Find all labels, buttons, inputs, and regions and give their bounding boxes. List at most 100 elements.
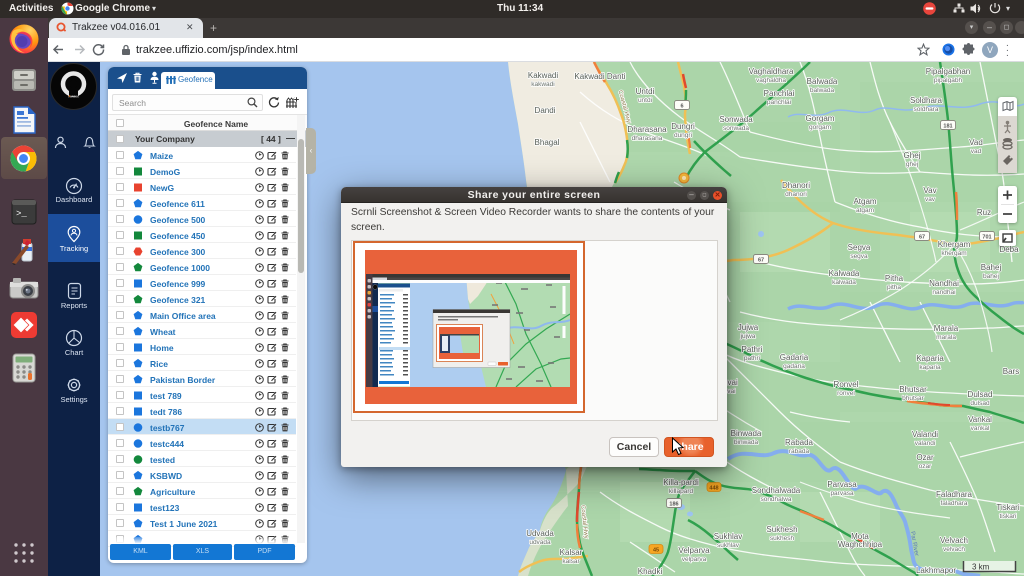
svg-text:sukhesh: sukhesh bbox=[770, 535, 795, 542]
svg-text:vav: vav bbox=[925, 196, 936, 203]
svg-text:segva: segva bbox=[850, 253, 868, 260]
svg-text:velvach: velvach bbox=[943, 546, 965, 553]
svg-text:bahej: bahej bbox=[983, 273, 999, 280]
svg-text:Bhagal: Bhagal bbox=[535, 138, 560, 147]
svg-text:Segva: Segva bbox=[848, 243, 871, 252]
svg-text:ronvel: ronvel bbox=[837, 390, 855, 397]
svg-text:Dhanori: Dhanori bbox=[782, 181, 810, 190]
svg-text:sondhalwa: sondhalwa bbox=[760, 496, 791, 503]
svg-text:Sonwada: Sonwada bbox=[719, 115, 753, 124]
svg-text:untdi: untdi bbox=[638, 97, 652, 104]
svg-text:Vaghaldhara: Vaghaldhara bbox=[749, 67, 794, 76]
svg-text:Kalwada: Kalwada bbox=[829, 269, 860, 278]
svg-text:Rabada: Rabada bbox=[785, 438, 814, 447]
svg-text:valandi: valandi bbox=[915, 440, 936, 447]
svg-text:Ronvel: Ronvel bbox=[834, 380, 859, 389]
svg-text:binwada: binwada bbox=[734, 439, 759, 446]
svg-text:Khadki: Khadki bbox=[638, 567, 663, 576]
svg-text:Ruz: Ruz bbox=[977, 208, 991, 217]
svg-text:kalsar: kalsar bbox=[562, 558, 580, 565]
svg-text:Ozar: Ozar bbox=[916, 453, 934, 462]
svg-text:killapard: killapard bbox=[669, 488, 694, 495]
svg-text:Waghchhipa: Waghchhipa bbox=[838, 540, 883, 549]
svg-text:vankal: vankal bbox=[971, 425, 990, 432]
svg-text:701: 701 bbox=[982, 234, 991, 240]
svg-text:sonwada: sonwada bbox=[723, 125, 749, 132]
svg-text:pathri: pathri bbox=[744, 355, 760, 362]
svg-text:Sukhesh: Sukhesh bbox=[766, 525, 797, 534]
svg-text:Parvasa: Parvasa bbox=[827, 480, 857, 489]
svg-text:Kakwadi Danti: Kakwadi Danti bbox=[574, 72, 625, 81]
svg-text:Khergam: Khergam bbox=[938, 240, 971, 249]
svg-text:pitha: pitha bbox=[887, 284, 901, 291]
svg-text:448: 448 bbox=[709, 485, 718, 491]
svg-text:Dungri: Dungri bbox=[671, 122, 695, 131]
svg-text:Lakhmapor: Lakhmapor bbox=[916, 566, 956, 575]
svg-text:jujwa: jujwa bbox=[740, 333, 756, 340]
svg-text:gadaria: gadaria bbox=[783, 363, 805, 370]
svg-text:bhutsar: bhutsar bbox=[902, 395, 925, 402]
svg-text:Dharasana: Dharasana bbox=[627, 125, 667, 134]
svg-text:45: 45 bbox=[653, 547, 659, 553]
svg-text:nandhai: nandhai bbox=[932, 289, 955, 296]
svg-text:Velvach: Velvach bbox=[940, 536, 968, 545]
svg-text:Bhutsar: Bhutsar bbox=[899, 385, 927, 394]
svg-text:Bars: Bars bbox=[1003, 367, 1019, 376]
svg-text:67: 67 bbox=[758, 257, 764, 263]
svg-text:sukhlav: sukhlav bbox=[717, 542, 740, 549]
svg-text:kalwada: kalwada bbox=[832, 279, 856, 286]
svg-text:dharasana: dharasana bbox=[632, 135, 663, 142]
svg-text:Kaparia: Kaparia bbox=[916, 354, 944, 363]
svg-text:Untdi: Untdi bbox=[636, 87, 655, 96]
svg-text:Velparva: Velparva bbox=[678, 546, 710, 555]
svg-text:dungri: dungri bbox=[674, 132, 692, 139]
svg-text:marala: marala bbox=[936, 334, 956, 341]
svg-text:Jujwa: Jujwa bbox=[738, 323, 759, 332]
svg-text:6: 6 bbox=[680, 103, 683, 109]
svg-text:Bahej: Bahej bbox=[981, 263, 1002, 272]
svg-text:Pathri: Pathri bbox=[742, 345, 763, 354]
svg-text:vad: vad bbox=[971, 148, 982, 155]
svg-text:pipalgabh: pipalgabh bbox=[934, 77, 963, 84]
svg-text:velparva: velparva bbox=[682, 556, 707, 563]
svg-text:kakwadi: kakwadi bbox=[531, 81, 554, 88]
svg-text:Vankal: Vankal bbox=[968, 415, 992, 424]
svg-text:Pitha: Pitha bbox=[885, 274, 904, 283]
svg-text:Vav: Vav bbox=[923, 186, 936, 195]
svg-text:Soldhara: Soldhara bbox=[910, 96, 943, 105]
svg-text:Kalsar: Kalsar bbox=[560, 548, 583, 557]
svg-text:>_: >_ bbox=[16, 209, 27, 219]
svg-text:kaparia: kaparia bbox=[919, 364, 941, 371]
svg-text:soldhara: soldhara bbox=[914, 106, 939, 113]
svg-text:3 km: 3 km bbox=[972, 563, 990, 572]
svg-text:Nandhai: Nandhai bbox=[929, 279, 959, 288]
svg-text:dulsad: dulsad bbox=[970, 400, 990, 407]
svg-text:gorgam: gorgam bbox=[809, 124, 831, 131]
svg-text:tiskari: tiskari bbox=[1000, 513, 1017, 520]
svg-text:Gorgam: Gorgam bbox=[806, 114, 835, 123]
svg-text:panchlai: panchlai bbox=[767, 99, 791, 106]
svg-text:Tiskari: Tiskari bbox=[996, 503, 1019, 512]
svg-text:Gadaria: Gadaria bbox=[780, 353, 809, 362]
svg-text:Sondhalwada: Sondhalwada bbox=[752, 486, 801, 495]
svg-text:khergam: khergam bbox=[941, 250, 966, 257]
svg-text:Deba: Deba bbox=[999, 245, 1019, 254]
svg-text:ghej: ghej bbox=[906, 161, 918, 168]
svg-text:vaghaldha: vaghaldha bbox=[756, 77, 786, 84]
svg-text:Balwada: Balwada bbox=[807, 77, 838, 86]
svg-text:Killa-pardi: Killa-pardi bbox=[663, 478, 699, 487]
svg-text:Kakwadi: Kakwadi bbox=[528, 71, 558, 80]
svg-text:Valandi: Valandi bbox=[912, 430, 938, 439]
svg-text:Pipalgabhan: Pipalgabhan bbox=[926, 67, 970, 76]
svg-text:181: 181 bbox=[943, 123, 952, 129]
svg-text:Faladhara: Faladhara bbox=[936, 490, 973, 499]
svg-text:balwada: balwada bbox=[810, 87, 835, 94]
svg-text:67: 67 bbox=[919, 234, 925, 240]
svg-text:Ghej: Ghej bbox=[904, 151, 921, 160]
svg-text:parvasa: parvasa bbox=[830, 490, 854, 497]
svg-text:Dandi: Dandi bbox=[535, 106, 556, 115]
svg-text:Udvada: Udvada bbox=[526, 529, 554, 538]
svg-text:faladhara: faladhara bbox=[940, 500, 967, 507]
svg-text:Sukhlav: Sukhlav bbox=[714, 532, 742, 541]
svg-text:dhanori: dhanori bbox=[785, 191, 807, 198]
